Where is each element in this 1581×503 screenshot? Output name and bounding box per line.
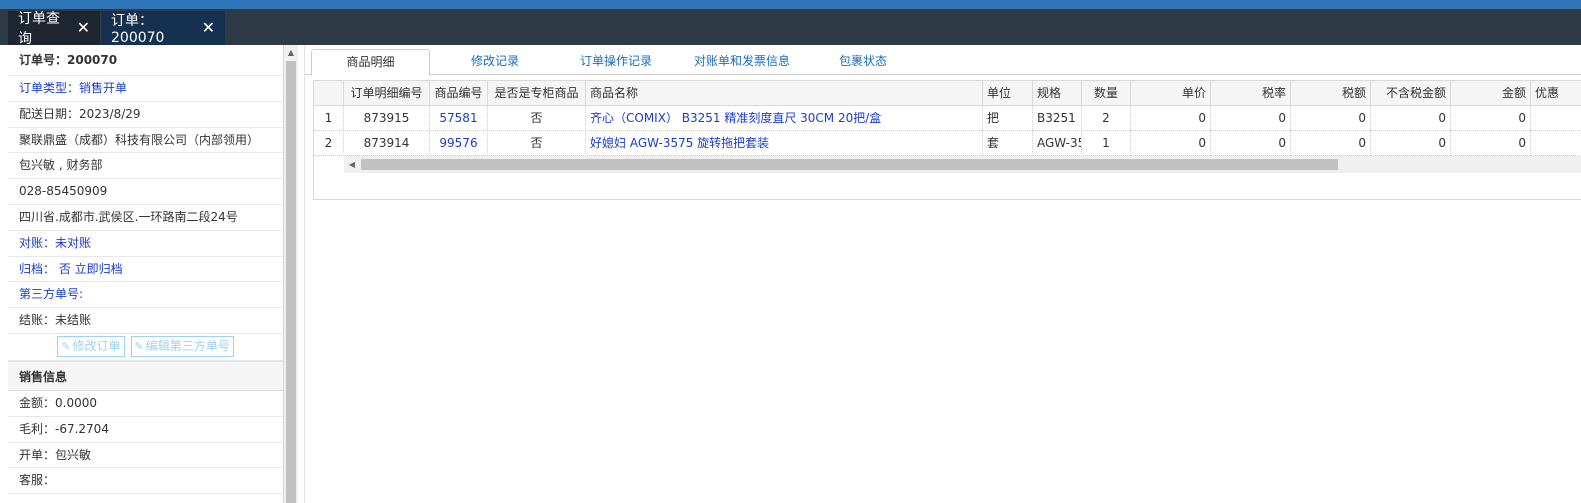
company-name: 聚联鼎盛（成都）科技有限公司（内部领用）	[8, 128, 283, 154]
edit-third-party-label: 编辑第三方单号	[145, 339, 230, 354]
row-number: 2	[314, 131, 344, 156]
close-icon[interactable]: ✕	[77, 20, 90, 36]
delivery-date: 配送日期：2023/8/29	[8, 102, 283, 128]
header-cell: 税率	[1211, 81, 1291, 106]
contact-person: 包兴敏 , 财务部	[8, 153, 283, 180]
tab-label: 订单查询	[18, 11, 60, 47]
tax-rate: 0	[1211, 106, 1291, 131]
quantity: 2	[1082, 106, 1131, 131]
tab-package-status[interactable]: 包裹状态	[821, 49, 905, 75]
close-icon[interactable]: ✕	[202, 20, 215, 36]
amount-ex-tax: 0	[1371, 106, 1451, 131]
tab-order-query[interactable]: 订单查询 ✕	[8, 11, 100, 47]
counter-flag: 否	[488, 131, 586, 156]
customer-service: 客服：	[8, 468, 283, 495]
product-name-link[interactable]: 齐心（COMIX） B3251 精准刻度直尺 30CM 20把/盒	[586, 106, 983, 131]
edit-order-label: 修改订单	[72, 339, 121, 354]
tax-amount: 0	[1291, 106, 1371, 131]
detail-no: 873914	[344, 131, 430, 156]
left-arrow-icon[interactable]: ◀	[346, 156, 358, 173]
table-row[interactable]: 1 873915 57581 否 齐心（COMIX） B3251 精准刻度直尺 …	[314, 106, 1581, 131]
settle-status: 结账：未结账	[8, 308, 283, 334]
tab-bar: 订单查询 ✕ 订单：200070 ✕	[0, 9, 1581, 47]
tax-rate: 0	[1211, 131, 1291, 156]
product-grid: 订单明细编号 商品编号 是否是专柜商品 商品名称 单位 规格 数量 单价 税率 …	[313, 80, 1581, 200]
unit: 套	[983, 131, 1033, 156]
header-cell: 不含税金额	[1371, 81, 1451, 106]
discount	[1531, 106, 1581, 131]
spec: AGW-35	[1033, 131, 1082, 156]
edit-icon: ✎	[61, 340, 71, 354]
grid-horizontal-scrollbar[interactable]: ◀	[344, 156, 1581, 173]
left-panel-scrollbar[interactable]: ▲	[284, 45, 298, 503]
discount	[1531, 131, 1581, 156]
header-cell: 商品名称	[586, 81, 983, 106]
detail-tabs: 商品明细 修改记录 订单操作记录 对账单和发票信息 包裹状态	[305, 45, 1581, 76]
order-actions: ✎ 修改订单 ✎ 编辑第三方单号	[8, 334, 283, 361]
unit: 把	[983, 106, 1033, 131]
phone-number: 028-85450909	[8, 179, 283, 205]
header-cell: 商品编号	[430, 81, 488, 106]
tab-statement-invoice[interactable]: 对账单和发票信息	[683, 49, 801, 75]
header-cell: 数量	[1082, 81, 1131, 106]
gross-profit: 毛利：-67.2704	[8, 417, 283, 443]
edit-order-button[interactable]: ✎ 修改订单	[57, 336, 125, 358]
sales-section-title: 销售信息	[8, 360, 283, 391]
order-number: 订单号：200070	[8, 45, 283, 76]
tab-label: 订单：200070	[111, 13, 165, 46]
counter-flag: 否	[488, 106, 586, 131]
reconcile-status[interactable]: 对账：未对账	[8, 231, 283, 257]
amount-ex-tax: 0	[1371, 131, 1451, 156]
scroll-thumb[interactable]	[361, 159, 1338, 170]
tab-product-detail[interactable]: 商品明细	[311, 49, 430, 76]
header-cell: 单价	[1131, 81, 1211, 106]
spec: B3251	[1033, 106, 1082, 131]
detail-panel: 商品明细 修改记录 订单操作记录 对账单和发票信息 包裹状态 订单明细编号 商品…	[304, 45, 1581, 503]
amount: 0	[1451, 106, 1531, 131]
third-party-number[interactable]: 第三方单号:	[8, 282, 283, 309]
header-cell: 单位	[983, 81, 1033, 106]
quantity: 1	[1082, 131, 1131, 156]
product-code-link[interactable]: 57581	[430, 106, 488, 131]
amount: 0	[1451, 131, 1531, 156]
header-cell: 税额	[1291, 81, 1371, 106]
issuer: 开单：包兴敏	[8, 443, 283, 469]
unit-price: 0	[1131, 131, 1211, 156]
table-row[interactable]: 2 873914 99576 否 好媳妇 AGW-3575 旋转拖把套装 套 A…	[314, 131, 1581, 156]
detail-no: 873915	[344, 106, 430, 131]
edit-third-party-button[interactable]: ✎ 编辑第三方单号	[130, 336, 234, 358]
top-accent-strip	[0, 0, 1581, 9]
header-cell: 订单明细编号	[344, 81, 430, 106]
tab-order-detail[interactable]: 订单：200070 ✕	[101, 11, 225, 46]
sales-amount: 金额：0.0000	[8, 391, 283, 417]
header-cell	[314, 81, 344, 106]
grid-header: 订单明细编号 商品编号 是否是专柜商品 商品名称 单位 规格 数量 单价 税率 …	[314, 81, 1581, 106]
row-number: 1	[314, 106, 344, 131]
product-name-link[interactable]: 好媳妇 AGW-3575 旋转拖把套装	[586, 131, 983, 156]
up-arrow-icon[interactable]: ▲	[284, 45, 298, 61]
order-type[interactable]: 订单类型：销售开单	[8, 76, 283, 102]
header-cell: 是否是专柜商品	[488, 81, 586, 106]
delivery-address: 四川省.成都市.武侯区.一环路南二段24号	[8, 205, 283, 231]
unit-price: 0	[1131, 106, 1211, 131]
header-cell: 金额	[1451, 81, 1531, 106]
header-cell: 优惠	[1531, 81, 1581, 106]
edit-icon: ✎	[134, 340, 144, 354]
archive-status[interactable]: 归档： 否 立即归档	[8, 257, 283, 283]
tab-modify-log[interactable]: 修改记录	[445, 49, 545, 75]
header-cell: 规格	[1033, 81, 1082, 106]
tab-operation-log[interactable]: 订单操作记录	[561, 49, 671, 75]
tax-amount: 0	[1291, 131, 1371, 156]
order-info-panel: 订单号：200070 订单类型：销售开单 配送日期：2023/8/29 聚联鼎盛…	[8, 45, 284, 503]
product-code-link[interactable]: 99576	[430, 131, 488, 156]
scroll-thumb[interactable]	[286, 61, 296, 503]
